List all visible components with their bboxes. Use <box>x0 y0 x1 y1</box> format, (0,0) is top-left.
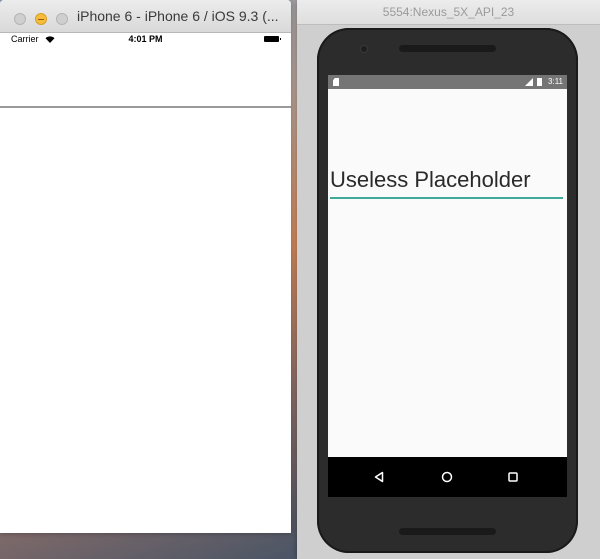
ios-status-bar: Carrier 4:01 PM <box>0 33 291 46</box>
ios-navigation-bar <box>0 46 291 108</box>
android-content-area <box>328 89 567 457</box>
recents-square-icon <box>508 472 518 482</box>
android-status-time: 3:11 <box>548 77 563 86</box>
android-status-bar: 3:11 <box>328 75 567 89</box>
bottom-speaker-grille <box>399 528 496 535</box>
signal-icon <box>525 78 533 86</box>
sd-card-icon <box>333 78 339 86</box>
battery-icon <box>264 36 281 42</box>
ios-status-time: 4:01 PM <box>128 34 163 44</box>
android-emulator-window: 5554:Nexus_5X_API_23 3:11 <box>297 0 600 559</box>
ios-titlebar[interactable]: iPhone 6 - iPhone 6 / iOS 9.3 (... <box>0 0 291 33</box>
recent-apps-button[interactable] <box>503 467 523 487</box>
home-circle-icon <box>441 471 453 483</box>
ios-simulator-window: iPhone 6 - iPhone 6 / iOS 9.3 (... Carri… <box>0 0 291 533</box>
ios-window-title: iPhone 6 - iPhone 6 / iOS 9.3 (... <box>77 8 279 24</box>
ios-content-area <box>0 108 291 533</box>
zoom-window-button[interactable] <box>56 13 68 25</box>
close-window-button[interactable] <box>14 13 26 25</box>
android-window-title: 5554:Nexus_5X_API_23 <box>297 0 600 25</box>
android-navigation-bar <box>328 457 567 497</box>
top-speaker-grille <box>399 45 496 52</box>
back-triangle-icon <box>374 471 384 483</box>
android-screen: 3:11 <box>328 75 567 497</box>
placeholder-text-input[interactable] <box>330 163 563 199</box>
front-camera-icon <box>361 46 367 52</box>
back-button[interactable] <box>369 467 389 487</box>
battery-icon <box>537 78 542 86</box>
minimize-window-button[interactable] <box>35 13 47 25</box>
home-button[interactable] <box>437 467 457 487</box>
nexus-device-frame: 3:11 <box>317 28 578 553</box>
